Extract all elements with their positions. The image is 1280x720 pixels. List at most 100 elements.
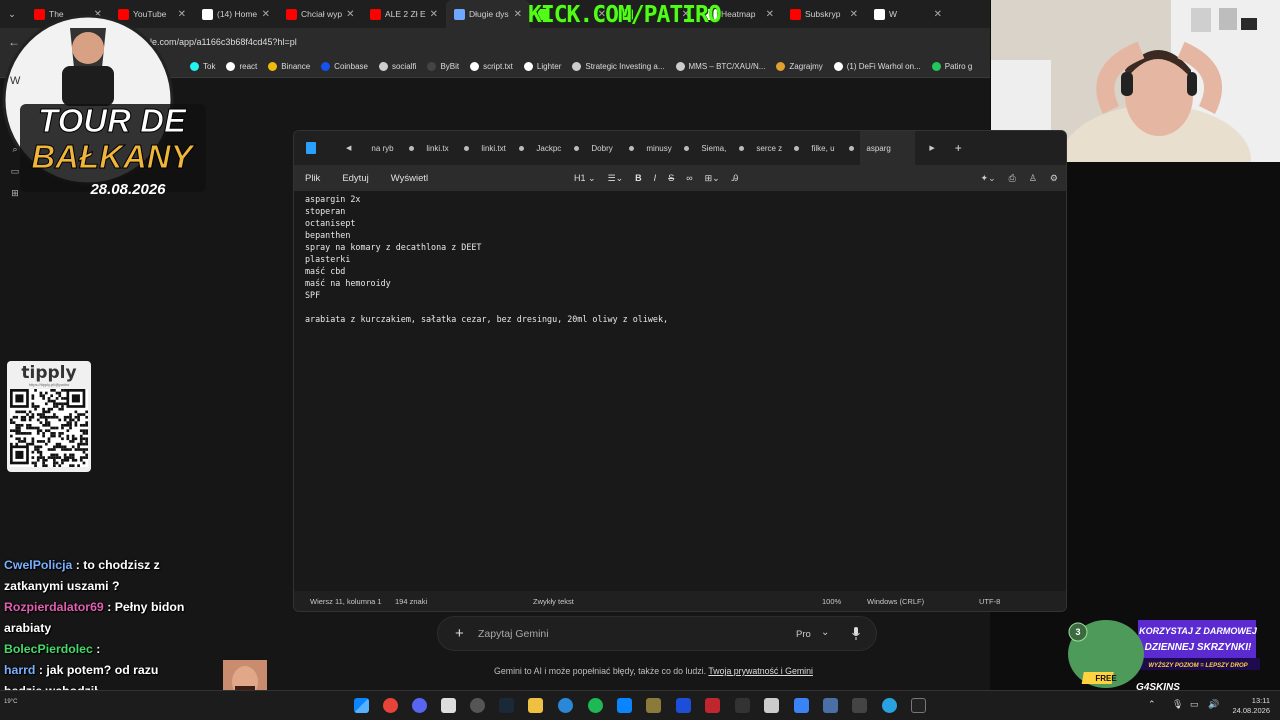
bookmark-item[interactable]: Patiro g: [931, 62, 972, 71]
bookmark-item[interactable]: react: [226, 62, 257, 71]
bookmark-item[interactable]: Zagrajmy: [776, 62, 823, 71]
bookmark-item[interactable]: MMS – BTC/XAU/N...: [675, 62, 765, 71]
text-app-icon[interactable]: [735, 698, 750, 713]
notepad-tab[interactable]: Siema,: [695, 131, 750, 165]
notepad-tab[interactable]: na ryb: [365, 131, 420, 165]
zoom-level[interactable]: 100%: [822, 597, 841, 606]
notepad-tab[interactable]: minusy: [640, 131, 695, 165]
bookmark-item[interactable]: Strategic Investing a...: [572, 62, 665, 71]
refresh-app-icon[interactable]: [558, 698, 573, 713]
close-icon[interactable]: ✕: [766, 9, 774, 20]
bookmark-item[interactable]: script.txt: [470, 62, 513, 71]
start-icon[interactable]: [354, 698, 369, 713]
unsaved-dot-icon[interactable]: [629, 145, 635, 151]
bold-icon[interactable]: B: [635, 173, 642, 183]
heading-dropdown[interactable]: H1 ⌄: [574, 173, 596, 184]
notepad-tab[interactable]: serce z: [750, 131, 805, 165]
close-icon[interactable]: ✕: [934, 9, 942, 20]
terminal-icon[interactable]: [911, 698, 926, 713]
italic-icon[interactable]: I: [654, 173, 657, 183]
bookmark-item[interactable]: Coinbase: [321, 62, 368, 71]
notepad-tab[interactable]: linki.txt: [475, 131, 530, 165]
settings-gear-icon[interactable]: ⚙: [1050, 173, 1058, 184]
close-app-icon[interactable]: [676, 698, 691, 713]
browser-tab[interactable]: Subskryp ✕: [782, 0, 866, 28]
microphone-icon[interactable]: [852, 627, 860, 640]
menu-edit[interactable]: Edytuj: [331, 173, 379, 184]
word-icon[interactable]: [794, 698, 809, 713]
scroll-tabs-left-icon[interactable]: ◀: [332, 144, 365, 152]
close-icon[interactable]: ✕: [430, 9, 438, 20]
bookmark-item[interactable]: (1) DeFi Warhol on...: [833, 62, 921, 71]
notepad-tab[interactable]: linki.tx: [420, 131, 475, 165]
game-icon[interactable]: [646, 698, 661, 713]
chevron-down-icon[interactable]: ⌄: [821, 627, 829, 638]
telegram-icon[interactable]: [882, 698, 897, 713]
chrome-icon[interactable]: [383, 698, 398, 713]
mic-tray-icon[interactable]: 🎙: [1172, 699, 1183, 710]
menu-view[interactable]: Wyświetl: [380, 173, 439, 184]
menu-file[interactable]: Plik: [294, 173, 331, 184]
browser-tab[interactable]: W ✕: [866, 0, 950, 28]
up-arrow-icon[interactable]: [852, 698, 867, 713]
browser-tab[interactable]: ALE 2 Zł E ✕: [362, 0, 446, 28]
clock[interactable]: 13:11 24.08.2026: [1232, 696, 1270, 716]
unsaved-dot-icon[interactable]: [684, 145, 690, 151]
network-app-icon[interactable]: [823, 698, 838, 713]
scroll-tabs-right-icon[interactable]: ▶: [915, 144, 948, 152]
document-icon[interactable]: [764, 698, 779, 713]
notepad-tab[interactable]: Jackpc: [530, 131, 585, 165]
close-icon[interactable]: ✕: [346, 9, 354, 20]
bookmark-item[interactable]: ByBit: [427, 62, 459, 71]
chat-username[interactable]: BolecPierdolec: [4, 642, 93, 656]
list-icon[interactable]: ☰⌄: [608, 173, 624, 184]
unsaved-dot-icon[interactable]: [849, 145, 855, 151]
bookmark-item[interactable]: socialfi: [378, 62, 416, 71]
steam-icon[interactable]: [499, 698, 514, 713]
notepad-icon[interactable]: [441, 698, 456, 713]
table-icon[interactable]: ⊞⌄: [705, 173, 720, 184]
weather-temp[interactable]: 19°C: [4, 699, 17, 705]
privacy-link[interactable]: Twoja prywatność i Gemini: [708, 666, 813, 676]
network-icon[interactable]: ▭: [1190, 699, 1199, 710]
account-icon[interactable]: ♙: [1029, 173, 1037, 184]
unsaved-dot-icon[interactable]: [519, 145, 525, 151]
text-editor[interactable]: aspargin 2x stoperan octanisept bepanthen sp…: [294, 191, 1066, 593]
notepad-tab[interactable]: filke, u: [805, 131, 860, 165]
volume-icon[interactable]: 🔊: [1208, 699, 1219, 710]
file-explorer-icon[interactable]: [528, 698, 543, 713]
close-icon[interactable]: ✕: [262, 9, 270, 20]
clear-format-icon[interactable]: Ꭿ: [732, 173, 739, 184]
chat-username[interactable]: Rozpierdalator69: [4, 600, 104, 614]
spotify-icon[interactable]: [588, 698, 603, 713]
add-icon[interactable]: +: [455, 625, 464, 642]
notepad-tab[interactable]: asparg: [860, 131, 916, 165]
browser-tab[interactable]: Długie dys ✕: [446, 0, 530, 28]
encoding[interactable]: UTF-8: [979, 597, 1000, 606]
bookmark-item[interactable]: Lighter: [523, 62, 561, 71]
model-select[interactable]: Pro: [796, 629, 811, 640]
tray-chevron-icon[interactable]: ⌃: [1148, 699, 1156, 710]
discord-icon[interactable]: [412, 698, 427, 713]
unsaved-dot-icon[interactable]: [739, 145, 745, 151]
bookmark-item[interactable]: Binance: [268, 62, 310, 71]
share-icon[interactable]: ⎙: [1009, 173, 1016, 184]
chat-username[interactable]: CwelPolicja: [4, 558, 72, 572]
link-icon[interactable]: ∞: [686, 173, 692, 183]
gemini-input[interactable]: Zapytaj Gemini: [478, 628, 549, 640]
line-ending[interactable]: Windows (CRLF): [867, 597, 924, 606]
unsaved-dot-icon[interactable]: [574, 145, 580, 151]
settings-icon[interactable]: [470, 698, 485, 713]
tool-icon[interactable]: [705, 698, 720, 713]
unsaved-dot-icon[interactable]: [464, 145, 470, 151]
chat-username[interactable]: harrd: [4, 663, 35, 677]
strikethrough-icon[interactable]: S: [668, 173, 674, 183]
copilot-icon[interactable]: ✦⌄: [981, 173, 996, 184]
close-icon[interactable]: ✕: [850, 9, 858, 20]
text-format[interactable]: Zwykły tekst: [533, 597, 574, 606]
notepad-tab[interactable]: Dobry: [585, 131, 640, 165]
unsaved-dot-icon[interactable]: [409, 145, 415, 151]
new-tab-icon[interactable]: +: [949, 141, 962, 155]
close-icon[interactable]: ✕: [514, 9, 522, 20]
app-icon[interactable]: [617, 698, 632, 713]
